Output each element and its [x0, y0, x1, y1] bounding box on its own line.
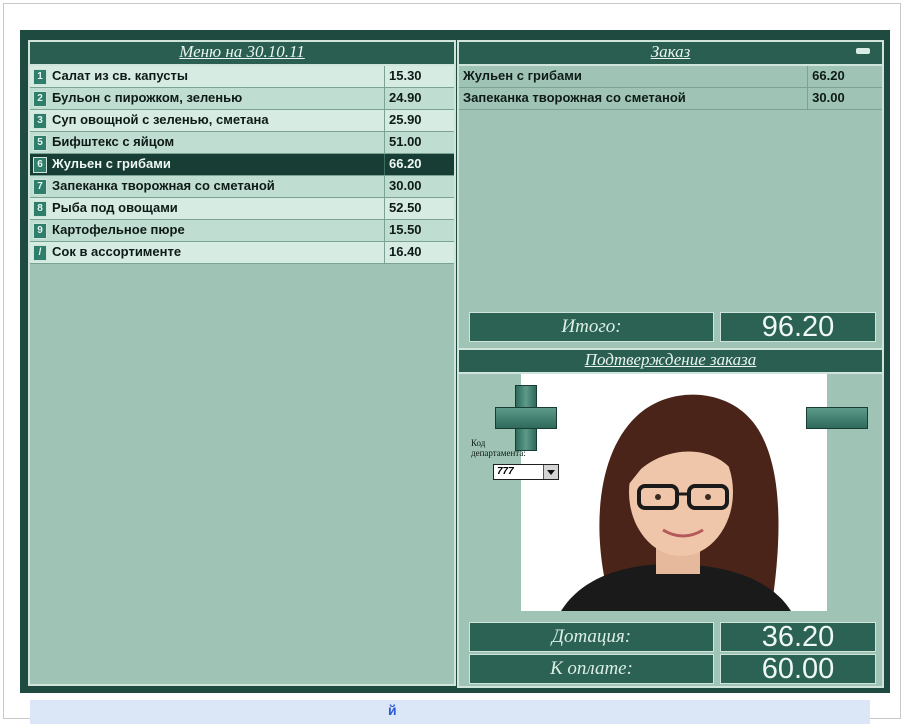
menu-item-number: 2	[33, 91, 47, 107]
menu-item-name: Запеканка творожная со сметаной	[50, 176, 385, 197]
bottom-bar-glyph: й	[388, 702, 397, 718]
to-pay-row: К оплате: 60.00	[469, 654, 876, 684]
department-code-label: Код департамента:	[471, 438, 526, 458]
menu-item-name: Жульен с грибами	[50, 154, 385, 175]
department-label-line1: Код	[471, 438, 486, 448]
menu-item-name: Суп овощной с зеленью, сметана	[50, 110, 385, 131]
department-select[interactable]: 777	[493, 464, 559, 480]
order-item[interactable]: Жульен с грибами 66.20	[459, 66, 882, 88]
to-pay-label: К оплате:	[469, 654, 714, 684]
menu-item[interactable]: / Сок в ассортименте 16.40	[30, 242, 454, 264]
menu-item-price: 15.30	[389, 68, 422, 83]
subsidy-value: 36.20	[720, 622, 876, 652]
menu-item-name: Сок в ассортименте	[50, 242, 385, 263]
menu-title: Меню на 30.10.11	[30, 42, 454, 66]
minus-icon[interactable]	[806, 407, 868, 429]
menu-list: 1 Салат из св. капусты 15.30 2 Бульон с пиро…	[30, 66, 454, 264]
menu-item-name: Бульон с пирожком, зеленью	[50, 88, 385, 109]
bottom-bar: й	[30, 700, 870, 724]
menu-item-number: 9	[33, 223, 47, 239]
department-label-line2: департамента:	[471, 448, 526, 458]
menu-item-price: 15.50	[389, 222, 422, 237]
menu-item[interactable]: 3 Суп овощной с зеленью, сметана 25.90	[30, 110, 454, 132]
order-title: Заказ	[459, 42, 882, 66]
department-select-value: 777	[497, 466, 514, 477]
menu-item-price: 16.40	[389, 244, 422, 259]
menu-item-number: 6	[33, 157, 47, 173]
menu-item-name: Рыба под овощами	[50, 198, 385, 219]
menu-item[interactable]: 8 Рыба под овощами 52.50	[30, 198, 454, 220]
order-list: Жульен с грибами 66.20 Запеканка творожная…	[459, 66, 882, 110]
menu-item[interactable]: 9 Картофельное пюре 15.50	[30, 220, 454, 242]
order-item-name: Жульен с грибами	[459, 66, 809, 87]
menu-item-price: 25.90	[389, 112, 422, 127]
customer-photo-image	[521, 374, 827, 611]
menu-item[interactable]: 7 Запеканка творожная со сметаной 30.00	[30, 176, 454, 198]
menu-item[interactable]: 1 Салат из св. капусты 15.30	[30, 66, 454, 88]
minimize-icon[interactable]	[856, 48, 870, 54]
order-title-text: Заказ	[650, 42, 691, 61]
menu-item-number: 3	[33, 113, 47, 129]
total-value: 96.20	[720, 312, 876, 342]
order-item-price: 66.20	[812, 68, 845, 83]
menu-item-number: 5	[33, 135, 47, 151]
menu-item[interactable]: 5 Бифштекс с яйцом 51.00	[30, 132, 454, 154]
kiosk-app: Меню на 30.10.11 1 Салат из св. капусты 15…	[20, 30, 890, 693]
total-label: Итого:	[469, 312, 714, 342]
menu-item[interactable]: 6 Жульен с грибами 66.20	[30, 154, 454, 176]
menu-item-name: Бифштекс с яйцом	[50, 132, 385, 153]
menu-item-price: 66.20	[389, 156, 422, 171]
confirm-panel: Подтверждение заказа Код департамента: 7…	[457, 348, 884, 688]
menu-item-price: 30.00	[389, 178, 422, 193]
menu-item-name: Салат из св. капусты	[50, 66, 385, 87]
customer-photo	[521, 374, 827, 611]
menu-item-name: Картофельное пюре	[50, 220, 385, 241]
order-item-price: 30.00	[812, 90, 845, 105]
order-item[interactable]: Запеканка творожная со сметаной 30.00	[459, 88, 882, 110]
to-pay-value: 60.00	[720, 654, 876, 684]
chevron-down-icon[interactable]	[543, 465, 558, 479]
menu-panel: Меню на 30.10.11 1 Салат из св. капусты 15…	[28, 40, 456, 686]
menu-item-price: 24.90	[389, 90, 422, 105]
total-row: Итого: 96.20	[469, 312, 876, 342]
subsidy-label: Дотация:	[469, 622, 714, 652]
menu-item-price: 52.50	[389, 200, 422, 215]
confirm-title: Подтверждение заказа	[459, 350, 882, 374]
order-item-name: Запеканка творожная со сметаной	[459, 88, 809, 109]
menu-item-number: 1	[33, 69, 47, 85]
menu-item[interactable]: 2 Бульон с пирожком, зеленью 24.90	[30, 88, 454, 110]
order-panel: Заказ Жульен с грибами 66.20 Запеканка тво…	[457, 40, 884, 352]
subsidy-row: Дотация: 36.20	[469, 622, 876, 652]
menu-item-number: 7	[33, 179, 47, 195]
menu-item-price: 51.00	[389, 134, 422, 149]
menu-item-number: /	[33, 245, 47, 261]
menu-item-number: 8	[33, 201, 47, 217]
